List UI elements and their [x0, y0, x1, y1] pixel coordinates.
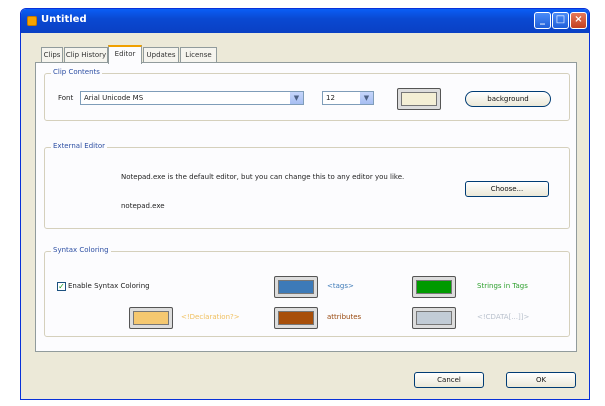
minimize-button[interactable]: _ — [534, 12, 551, 29]
tags-color-swatch[interactable] — [274, 276, 318, 298]
maximize-button[interactable]: □ — [552, 12, 569, 29]
background-button[interactable]: background — [465, 91, 551, 107]
font-size-select[interactable]: 12 ▼ — [322, 91, 374, 105]
swatch-fill — [133, 311, 169, 325]
tab-updates[interactable]: Updates — [143, 47, 179, 63]
font-select[interactable]: Arial Unicode MS ▼ — [80, 91, 304, 105]
tags-label: <tags> — [327, 282, 354, 290]
external-editor-legend: External Editor — [51, 142, 107, 150]
syntax-coloring-group: Syntax Coloring ✓ Enable Syntax Coloring… — [44, 246, 570, 337]
swatch-fill — [416, 311, 452, 325]
swatch-fill — [401, 92, 437, 106]
current-editor-path: notepad.exe — [121, 202, 165, 210]
tab-clip-history[interactable]: Clip History — [64, 47, 108, 63]
app-icon — [27, 16, 37, 26]
external-editor-description: Notepad.exe is the default editor, but y… — [121, 173, 405, 181]
ok-button[interactable]: OK — [506, 372, 576, 388]
dialog-window: Untitled _ □ × Clips Clip History Editor… — [20, 8, 590, 400]
attributes-color-swatch[interactable] — [274, 307, 318, 329]
attributes-label: attributes — [327, 313, 362, 321]
cancel-button[interactable]: Cancel — [414, 372, 484, 388]
tab-license[interactable]: License — [180, 47, 217, 63]
syntax-coloring-legend: Syntax Coloring — [51, 246, 111, 254]
clip-contents-legend: Clip Contents — [51, 68, 102, 76]
font-label: Font — [58, 94, 74, 102]
title-bar[interactable]: Untitled _ □ × — [21, 9, 589, 33]
external-editor-group: External Editor Notepad.exe is the defau… — [44, 142, 570, 229]
strings-in-tags-label: Strings in Tags — [477, 282, 528, 290]
tab-clips[interactable]: Clips — [41, 47, 63, 63]
declaration-label: <!Declaration?> — [181, 313, 240, 321]
swatch-fill — [278, 311, 314, 325]
swatch-fill — [278, 280, 314, 294]
enable-syntax-checkbox[interactable]: ✓ — [57, 282, 66, 291]
cdata-label: <!CDATA[...]]> — [477, 313, 530, 321]
declaration-color-swatch[interactable] — [129, 307, 173, 329]
strings-in-tags-color-swatch[interactable] — [412, 276, 456, 298]
window-title: Untitled — [41, 14, 87, 25]
choose-editor-button[interactable]: Choose... — [465, 181, 549, 197]
chevron-down-icon[interactable]: ▼ — [290, 92, 303, 104]
cdata-color-swatch[interactable] — [412, 307, 456, 329]
font-size-value: 12 — [326, 94, 335, 102]
chevron-down-icon[interactable]: ▼ — [360, 92, 373, 104]
clip-contents-group: Clip Contents Font Arial Unicode MS ▼ 12… — [44, 68, 570, 121]
enable-syntax-label: Enable Syntax Coloring — [68, 282, 150, 290]
editor-panel: Clip Contents Font Arial Unicode MS ▼ 12… — [35, 62, 577, 352]
font-select-value: Arial Unicode MS — [84, 94, 144, 102]
tab-editor[interactable]: Editor — [108, 45, 142, 64]
swatch-fill — [416, 280, 452, 294]
close-button[interactable]: × — [570, 12, 587, 29]
background-color-swatch[interactable] — [397, 88, 441, 110]
